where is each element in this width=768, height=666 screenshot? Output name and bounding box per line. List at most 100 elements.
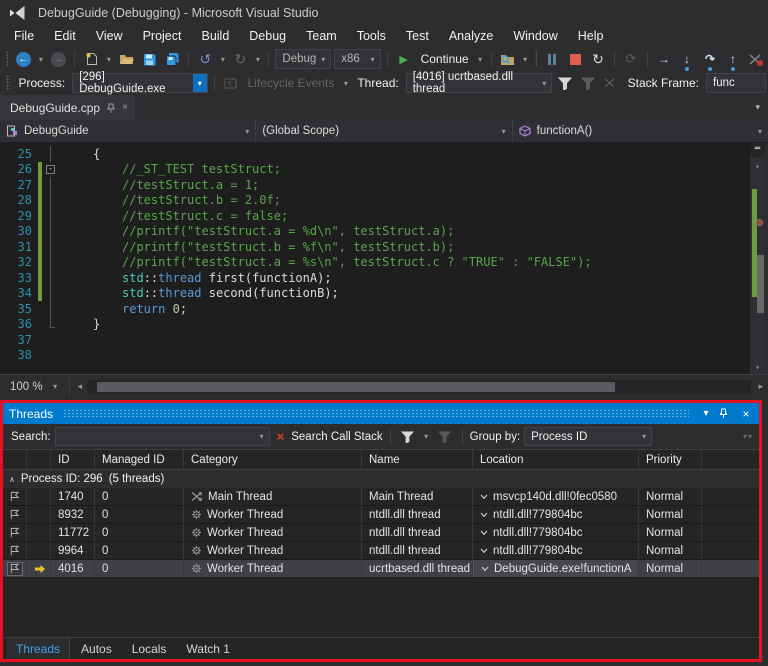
splitter-handle[interactable]: ═ [750, 143, 765, 157]
undo-button[interactable]: ↺ [195, 49, 215, 69]
window-position-dropdown-icon[interactable]: ▾ [699, 408, 713, 419]
column-header-name[interactable]: Name [362, 450, 473, 469]
new-file-button[interactable] [81, 49, 101, 69]
thread-row[interactable]: 4016 0 Worker Thread ucrtbased.dll thread De… [3, 560, 759, 578]
close-tab-icon[interactable]: × [122, 102, 128, 113]
filter-dim-button[interactable] [435, 427, 455, 447]
stack-frame-combo[interactable]: func [706, 73, 766, 93]
toggle-current-thread-button[interactable] [601, 73, 621, 93]
fold-margin[interactable]: - [44, 162, 59, 178]
pin-icon[interactable] [107, 103, 115, 113]
code-editor[interactable]: 25 {26 - //_ST_TEST testStruct; 27 //testStru… [0, 143, 768, 374]
scroll-right-icon[interactable]: ▸ [753, 381, 768, 392]
threads-title-bar[interactable]: Threads ▾ × [3, 403, 759, 424]
menu-tools[interactable]: Tools [347, 26, 396, 46]
thread-flag-cell[interactable] [3, 506, 27, 523]
flag-icon[interactable] [7, 490, 23, 504]
code-line[interactable]: 30 //printf("testStruct.a = %d\n", testSt… [0, 223, 768, 239]
tool-tab-threads[interactable]: Threads [7, 638, 71, 659]
project-scope-combo[interactable]: DebugGuide ▾ [0, 120, 257, 142]
navigate-back-dropdown[interactable]: ▾ [36, 55, 45, 64]
step-out-button[interactable]: ↑ [723, 49, 743, 71]
restart-button[interactable]: ↻ [588, 49, 608, 69]
solution-platform-combo[interactable]: x86 ▾ [334, 49, 381, 69]
search-input[interactable]: ▾ [54, 427, 270, 446]
thread-flag-cell[interactable] [3, 524, 27, 541]
flag-icon[interactable] [6, 561, 23, 576]
toolbar-grip[interactable] [6, 51, 9, 67]
column-header-location[interactable]: Location [473, 450, 639, 469]
code-line[interactable]: 29 //testStruct.c = false; [0, 208, 768, 224]
menu-window[interactable]: Window [503, 26, 567, 46]
lifecycle-events-label[interactable]: Lifecycle Events [248, 76, 335, 90]
code-line[interactable]: 33 std::thread first(functionA); [0, 270, 768, 286]
menu-analyze[interactable]: Analyze [439, 26, 503, 46]
code-line[interactable]: 34 std::thread second(functionB); [0, 285, 768, 301]
search-call-stack-button[interactable]: Search Call Stack [291, 431, 382, 443]
menu-help[interactable]: Help [568, 26, 614, 46]
collapse-box-icon[interactable]: - [46, 164, 55, 174]
scroll-left-icon[interactable]: ◂ [73, 381, 88, 392]
process-combo[interactable]: [296] DebugGuide.exe ▾ [72, 71, 208, 95]
flag-threads-filter-button[interactable] [555, 73, 575, 93]
thread-flag-cell[interactable] [3, 560, 27, 577]
toolbar-grip[interactable] [534, 51, 537, 67]
process-group-row[interactable]: ∧ Process ID: 296 (5 threads) [3, 470, 759, 488]
redo-button[interactable]: ↻ [230, 49, 250, 69]
toolbar-overflow-icon[interactable]: ▾▾ [743, 432, 753, 441]
scroll-up-icon[interactable]: ▴ [750, 161, 765, 170]
menu-project[interactable]: Project [133, 26, 192, 46]
menu-build[interactable]: Build [191, 26, 239, 46]
show-threads-in-source-button[interactable] [746, 49, 766, 69]
tool-tab-locals[interactable]: Locals [123, 638, 176, 659]
tool-tab-watch-1[interactable]: Watch 1 [177, 638, 239, 659]
stop-debugging-button[interactable] [565, 49, 585, 69]
step-over-button[interactable]: ↷ [700, 49, 720, 71]
thread-location-cell[interactable]: msvcp140d.dll!0fec0580 [473, 488, 639, 505]
flag-icon[interactable] [7, 508, 23, 522]
code-line[interactable]: 26 - //_ST_TEST testStruct; [0, 161, 768, 178]
continue-play-icon[interactable]: ▶ [394, 49, 414, 69]
run-to-cursor-button[interactable]: → [654, 49, 674, 69]
column-header-priority[interactable]: Priority [639, 450, 702, 469]
step-into-button[interactable]: ↓ [677, 49, 697, 71]
code-line[interactable]: 32 //printf("testStruct.a = %s\n", testSt… [0, 254, 768, 270]
continue-button[interactable]: Continue [421, 52, 469, 66]
thread-flag-cell[interactable] [3, 542, 27, 559]
flag-icon[interactable] [7, 526, 23, 540]
thread-row[interactable]: 8932 0 Worker Thread ntdll.dll thread ntdll.… [3, 506, 759, 524]
tool-tab-autos[interactable]: Autos [72, 638, 121, 659]
vertical-scroll-thumb[interactable] [757, 255, 764, 313]
group-by-combo[interactable]: Process ID ▾ [524, 427, 653, 446]
open-file-button[interactable] [116, 49, 136, 69]
thread-combo[interactable]: [4016] ucrtbased.dll thread ▾ [405, 71, 552, 95]
new-file-dropdown[interactable]: ▾ [104, 55, 113, 64]
show-next-statement-button[interactable]: ⟳ [621, 49, 641, 69]
flagged-only-filter-button[interactable] [578, 73, 598, 93]
menu-team[interactable]: Team [296, 26, 347, 46]
navigate-forward-button[interactable]: → [48, 49, 68, 69]
code-line[interactable]: 38 [0, 348, 768, 364]
navigate-back-button[interactable]: ← [13, 49, 33, 69]
code-line[interactable]: 25 { [0, 146, 768, 162]
expand-chevron-icon[interactable] [480, 548, 488, 554]
toolbar-grip[interactable] [6, 75, 10, 91]
filter-flagged-button[interactable] [398, 427, 418, 447]
thread-row[interactable]: 1740 0 Main Thread Main Thread msvcp140d.dll… [3, 488, 759, 506]
menu-edit[interactable]: Edit [44, 26, 86, 46]
menu-debug[interactable]: Debug [239, 26, 296, 46]
close-icon[interactable]: × [739, 407, 753, 421]
clear-search-icon[interactable]: × [274, 429, 288, 444]
code-line[interactable]: 31 //printf("testStruct.b = %f\n", testSt… [0, 239, 768, 255]
column-header-id[interactable]: ID [51, 450, 95, 469]
break-all-button[interactable] [542, 49, 562, 69]
header-current-column[interactable] [27, 450, 51, 469]
code-line[interactable]: 37 [0, 332, 768, 348]
column-header-category[interactable]: Category [184, 450, 362, 469]
thread-location-cell[interactable]: ntdll.dll!779804bc [473, 542, 639, 559]
vertical-scrollbar[interactable]: ═ ▴ ▾ [750, 143, 765, 374]
thread-flag-cell[interactable] [3, 488, 27, 505]
attach-to-process-button[interactable] [498, 49, 518, 69]
thread-row[interactable]: 9964 0 Worker Thread ntdll.dll thread ntdll.… [3, 542, 759, 560]
thread-location-cell[interactable]: DebugGuide.exe!functionA [473, 560, 639, 577]
